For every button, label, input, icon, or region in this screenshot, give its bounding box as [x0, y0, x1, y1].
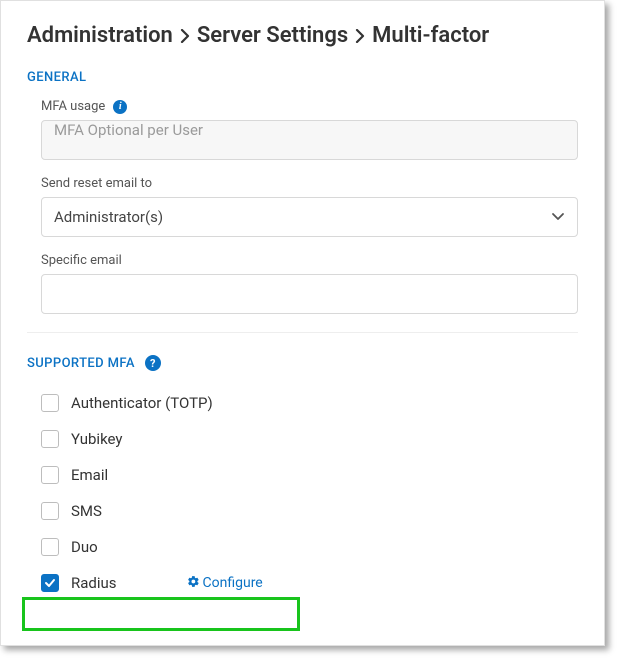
mfa-option-yubikey[interactable]: Yubikey: [37, 421, 578, 457]
option-label: Authenticator (TOTP): [71, 394, 213, 412]
field-label: Send reset email to: [41, 176, 578, 191]
divider: [27, 332, 578, 333]
section-title-label: GENERAL: [27, 70, 86, 85]
breadcrumb-item-server-settings[interactable]: Server Settings: [197, 23, 348, 48]
checkbox[interactable]: [41, 538, 59, 556]
option-label: Duo: [71, 538, 98, 556]
specific-email-input[interactable]: [41, 274, 578, 314]
highlight-annotation: [22, 597, 300, 631]
help-icon[interactable]: ?: [145, 355, 161, 371]
checkbox[interactable]: [41, 466, 59, 484]
mfa-option-authenticator[interactable]: Authenticator (TOTP): [37, 385, 578, 421]
field-specific-email: Specific email: [41, 253, 578, 314]
section-title-supported: SUPPORTED MFA ?: [27, 355, 578, 371]
field-send-reset: Send reset email to Administrator(s): [41, 176, 578, 237]
select-value: Administrator(s): [54, 208, 163, 226]
field-mfa-usage: MFA usage i MFA Optional per User: [41, 99, 578, 160]
option-label: Email: [71, 466, 108, 484]
mfa-usage-input[interactable]: MFA Optional per User: [41, 120, 578, 160]
gear-icon: [187, 575, 200, 592]
option-label: Yubikey: [71, 430, 122, 448]
mfa-option-duo[interactable]: Duo: [37, 529, 578, 565]
configure-link[interactable]: Configure: [187, 575, 263, 592]
checkbox[interactable]: [41, 574, 59, 592]
checkbox[interactable]: [41, 502, 59, 520]
settings-panel: Administration Server Settings Multi-fac…: [0, 0, 605, 646]
section-title-general: GENERAL: [27, 70, 578, 85]
configure-label: Configure: [203, 575, 263, 591]
checkbox[interactable]: [41, 430, 59, 448]
mfa-option-email[interactable]: Email: [37, 457, 578, 493]
option-label: SMS: [71, 502, 102, 520]
option-label: Radius: [71, 574, 117, 592]
mfa-option-radius[interactable]: Radius Configure: [37, 565, 578, 601]
breadcrumb-item-administration[interactable]: Administration: [27, 23, 173, 48]
label-text: MFA usage: [41, 99, 105, 114]
chevron-right-icon: [354, 29, 366, 43]
breadcrumb: Administration Server Settings Multi-fac…: [27, 23, 578, 48]
field-label: MFA usage i: [41, 99, 578, 114]
info-icon[interactable]: i: [113, 100, 127, 114]
label-text: Send reset email to: [41, 176, 152, 191]
supported-mfa-list: Authenticator (TOTP) Yubikey Email SMS D: [37, 385, 578, 601]
chevron-right-icon: [179, 29, 191, 43]
field-label: Specific email: [41, 253, 578, 268]
mfa-option-sms[interactable]: SMS: [37, 493, 578, 529]
checkbox[interactable]: [41, 394, 59, 412]
breadcrumb-item-multi-factor: Multi-factor: [372, 23, 489, 48]
input-value: MFA Optional per User: [54, 121, 203, 139]
send-reset-select[interactable]: Administrator(s): [41, 197, 578, 237]
section-title-label: SUPPORTED MFA: [27, 356, 135, 371]
chevron-down-icon: [551, 208, 565, 226]
label-text: Specific email: [41, 253, 122, 268]
